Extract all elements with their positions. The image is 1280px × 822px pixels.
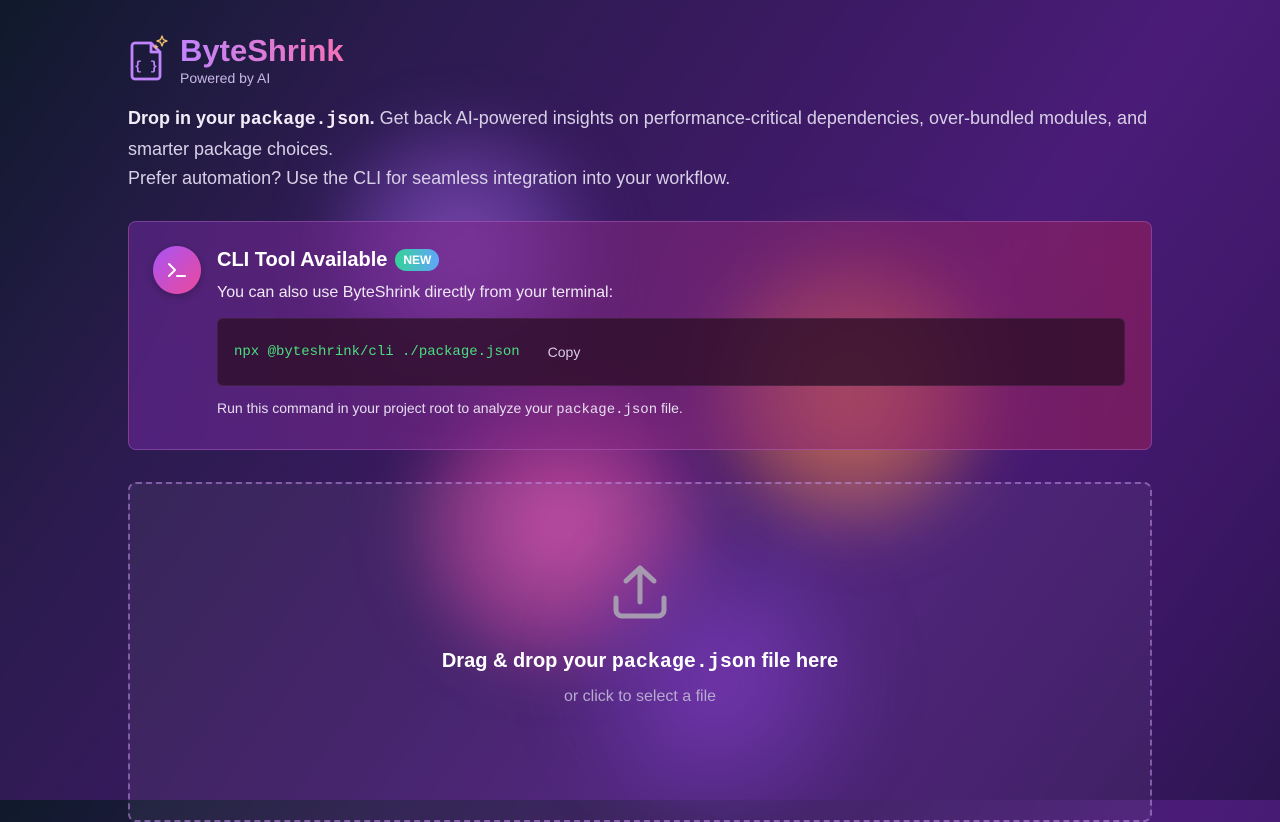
brand-header: { } ByteShrink Powered by AI: [128, 34, 344, 86]
upload-tray-icon: [612, 564, 668, 625]
app-tagline: Powered by AI: [180, 70, 271, 86]
intro-lead-code: package.json: [240, 110, 370, 130]
copy-button[interactable]: Copy: [548, 344, 581, 360]
cli-description: You can also use ByteShrink directly fro…: [217, 284, 614, 301]
cli-tool-card: CLI Tool Available NEW You can also use …: [128, 221, 1152, 450]
intro-lead: Drop in your package.json.: [128, 108, 375, 130]
cli-note-prefix: Run this command in your project root to…: [217, 400, 553, 416]
cli-note-code: package.json: [556, 402, 658, 418]
cli-card-body: CLI Tool Available NEW You can also use …: [217, 246, 1127, 418]
json-file-sparkle-icon: { }: [128, 34, 172, 82]
cli-note-suffix: file.: [661, 400, 683, 416]
dropzone-title: Drag & drop your package.json file here: [130, 650, 1150, 674]
intro-line-2: Prefer automation? Use the CLI for seaml…: [128, 168, 731, 188]
cli-title-row: CLI Tool Available NEW: [217, 246, 1127, 274]
svg-text:{ }: { }: [134, 59, 157, 74]
file-dropzone[interactable]: Drag & drop your package.json file here …: [128, 482, 1152, 822]
cli-command[interactable]: npx @byteshrink/cli ./package.json: [234, 344, 520, 360]
command-box: npx @byteshrink/cli ./package.json Copy: [217, 318, 1125, 386]
brand-text: ByteShrink Powered by AI: [180, 33, 344, 87]
dropzone-title-suffix: file here: [761, 650, 839, 672]
intro-lead-prefix: Drop in your: [128, 108, 235, 128]
intro-line-1: Drop in your package.json. Get back AI-p…: [128, 104, 1152, 164]
cli-title: CLI Tool Available: [217, 248, 388, 271]
dropzone-subtitle[interactable]: or click to select a file: [130, 688, 1150, 706]
dropzone-title-code: package.json: [611, 651, 756, 674]
app-title: ByteShrink: [180, 33, 344, 68]
intro-text: Drop in your package.json. Get back AI-p…: [128, 104, 1152, 193]
dropzone-title-prefix: Drag & drop your: [441, 650, 607, 672]
cli-note: Run this command in your project root to…: [217, 400, 1127, 418]
new-badge: NEW: [395, 249, 440, 271]
terminal-prompt-icon: [153, 246, 201, 294]
